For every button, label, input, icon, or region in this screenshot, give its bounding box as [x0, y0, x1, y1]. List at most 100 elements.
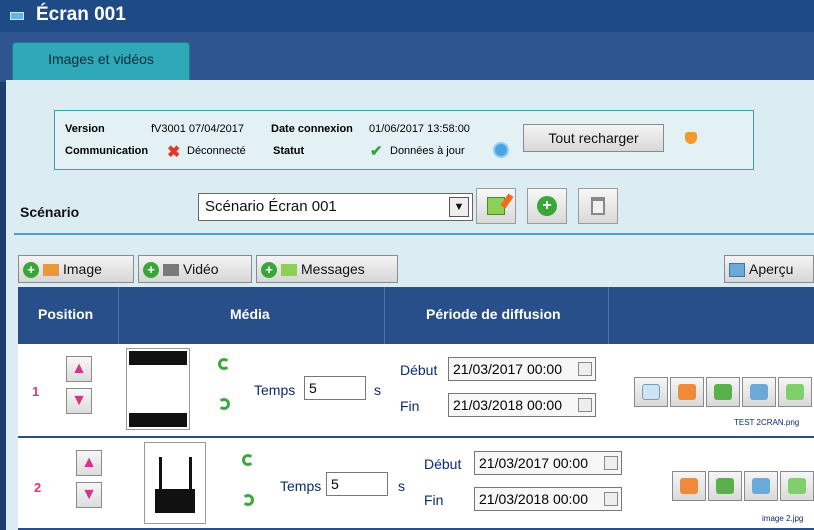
plus-icon: +	[537, 196, 557, 216]
media-thumbnail[interactable]	[144, 442, 206, 524]
scenario-select[interactable]: Scénario Écran 001 ▼	[198, 193, 473, 221]
seconds-unit: s	[398, 478, 405, 494]
add-scenario-button[interactable]: +	[527, 188, 567, 224]
rotate-right-icon[interactable]	[218, 398, 230, 410]
crop-button[interactable]	[634, 377, 668, 407]
preview-icon	[729, 263, 745, 278]
delete-button[interactable]	[780, 471, 814, 501]
download-button[interactable]	[708, 471, 742, 501]
thumbnail-bar	[129, 351, 187, 365]
calendar-icon[interactable]	[604, 456, 618, 470]
export-button[interactable]	[670, 377, 704, 407]
debut-date-input[interactable]: 21/03/2017 00:00	[448, 357, 596, 381]
copy-button[interactable]	[744, 471, 778, 501]
plus-icon: +	[23, 262, 39, 279]
temps-input[interactable]: 5	[304, 376, 366, 400]
trash-icon	[788, 478, 806, 494]
tab-images-videos[interactable]: Images et vidéos	[12, 42, 190, 84]
temps-label: Temps	[280, 478, 322, 494]
window-title: Écran 001	[36, 4, 126, 25]
export-icon	[680, 478, 698, 494]
add-video-button[interactable]: + Vidéo	[138, 255, 252, 283]
move-down-button[interactable]: ▼	[66, 388, 92, 414]
statut-label: Statut	[273, 145, 305, 157]
calendar-icon[interactable]	[604, 492, 618, 506]
edit-scenario-button[interactable]	[476, 188, 516, 224]
arrow-up-icon: ▲	[81, 454, 97, 471]
temps-label: Temps	[254, 382, 296, 398]
export-button[interactable]	[672, 471, 706, 501]
title-bar: Écran 001	[0, 0, 814, 32]
trash-icon	[591, 197, 605, 215]
arrow-down-icon: ▼	[71, 392, 87, 409]
add-image-button[interactable]: + Image	[18, 255, 134, 283]
communication-label: Communication	[65, 145, 149, 157]
header-position: Position	[38, 306, 94, 322]
add-messages-button[interactable]: + Messages	[256, 255, 398, 283]
download-icon	[714, 384, 732, 400]
refresh-icon[interactable]	[493, 142, 509, 158]
window-icon	[10, 12, 24, 20]
video-icon	[163, 264, 179, 277]
calendar-icon[interactable]	[578, 362, 592, 376]
delete-button[interactable]	[778, 377, 812, 407]
rotate-left-icon[interactable]	[218, 358, 230, 370]
file-name: TEST 2CRAN.png	[734, 418, 800, 427]
fin-label: Fin	[424, 492, 444, 508]
media-thumbnail[interactable]	[126, 348, 190, 430]
date-connexion-label: Date connexion	[271, 123, 353, 135]
debut-date-input[interactable]: 21/03/2017 00:00	[474, 451, 622, 475]
download-icon	[716, 478, 734, 494]
position-number: 2	[34, 480, 42, 495]
move-down-button[interactable]: ▼	[76, 482, 102, 508]
fin-date-input[interactable]: 21/03/2018 00:00	[474, 487, 622, 511]
download-button[interactable]	[706, 377, 740, 407]
image-icon	[43, 264, 59, 277]
table-row[interactable]: 2 ▲ ▼ Temps 5 s Début 21/03/2017 00:00 F…	[18, 438, 814, 530]
table-row[interactable]: 1 ▲ ▼ Temps 5 s Début 21/03/2017 00:00 F…	[18, 344, 814, 438]
thumbnail-antenna	[159, 457, 162, 491]
scenario-label: Scénario	[20, 204, 80, 220]
edit-icon	[487, 197, 505, 215]
copy-icon	[752, 478, 770, 494]
preview-button[interactable]: Aperçu	[724, 255, 814, 283]
thumbnail-router	[155, 489, 195, 513]
plus-icon: +	[143, 262, 159, 279]
content-area: Version fV3001 07/04/2017 Date connexion…	[6, 80, 814, 530]
check-icon: ✔	[370, 143, 383, 160]
copy-button[interactable]	[742, 377, 776, 407]
tab-strip: Images et vidéos	[0, 32, 814, 84]
edit-icon	[281, 264, 297, 277]
version-value: fV3001 07/04/2017	[151, 123, 244, 135]
scenario-selected-value: Scénario Écran 001	[205, 198, 337, 215]
version-label: Version	[65, 123, 105, 135]
move-up-button[interactable]: ▲	[66, 356, 92, 382]
fin-label: Fin	[400, 398, 420, 414]
temps-input[interactable]: 5	[326, 472, 388, 496]
rotate-left-icon[interactable]	[242, 454, 254, 466]
chevron-down-icon[interactable]: ▼	[449, 197, 469, 217]
seconds-unit: s	[374, 382, 381, 398]
warning-icon	[685, 132, 697, 144]
move-up-button[interactable]: ▲	[76, 450, 102, 476]
thumbnail-bar	[129, 413, 187, 427]
date-connexion-value: 01/06/2017 13:58:00	[369, 123, 470, 135]
header-media: Média	[230, 306, 270, 322]
delete-scenario-button[interactable]	[578, 188, 618, 224]
reload-all-button[interactable]: Tout recharger	[523, 124, 664, 152]
communication-value: Déconnecté	[187, 145, 246, 157]
info-panel: Version fV3001 07/04/2017 Date connexion…	[54, 110, 754, 170]
column-divider	[118, 287, 119, 344]
debut-label: Début	[400, 362, 438, 378]
calendar-icon[interactable]	[578, 398, 592, 412]
rotate-right-icon[interactable]	[242, 494, 254, 506]
column-divider	[608, 287, 609, 344]
file-name: image 2.jpg	[762, 514, 804, 523]
arrow-up-icon: ▲	[71, 360, 87, 377]
position-number: 1	[32, 384, 40, 399]
copy-icon	[750, 384, 768, 400]
crop-icon	[642, 384, 660, 400]
trash-icon	[786, 384, 804, 400]
fin-date-input[interactable]: 21/03/2018 00:00	[448, 393, 596, 417]
column-divider	[384, 287, 385, 344]
